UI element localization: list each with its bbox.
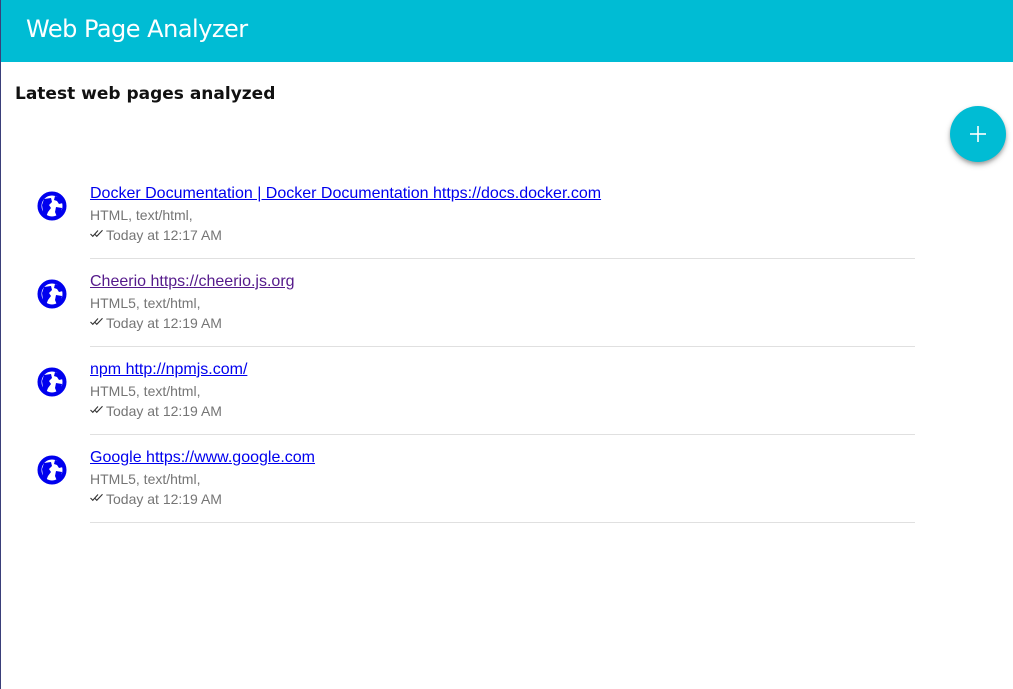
list-item: npm http://npmjs.com/ HTML5, text/html, …: [1, 348, 1013, 436]
divider: [90, 346, 915, 347]
page-link[interactable]: Google https://www.google.com: [90, 448, 915, 468]
page: Web Page Analyzer Latest web pages analy…: [0, 0, 1013, 689]
app-toolbar: Web Page Analyzer: [1, 0, 1013, 62]
analyzed-time-text: Today at 12:19 AM: [106, 491, 222, 507]
list-item: Google https://www.google.com HTML5, tex…: [1, 436, 1013, 524]
analyzed-time-text: Today at 12:19 AM: [106, 315, 222, 331]
analyzed-time-text: Today at 12:17 AM: [106, 227, 222, 243]
list-item: Cheerio https://cheerio.js.org HTML5, te…: [1, 260, 1013, 348]
page-doctype: HTML, text/html,: [90, 207, 193, 223]
double-check-icon: [90, 317, 103, 325]
double-check-icon: [90, 493, 103, 501]
page-link[interactable]: Cheerio https://cheerio.js.org: [90, 272, 915, 292]
page-doctype: HTML5, text/html,: [90, 295, 201, 311]
double-check-icon: [90, 229, 103, 237]
analyzed-pages-list: Docker Documentation | Docker Documentat…: [1, 172, 1013, 524]
plus-icon: [970, 126, 986, 142]
globe-icon: [37, 455, 67, 485]
page-link[interactable]: Docker Documentation | Docker Documentat…: [90, 184, 915, 204]
analyzed-time-text: Today at 12:19 AM: [106, 403, 222, 419]
double-check-icon: [90, 405, 103, 413]
analyzed-time: Today at 12:17 AM: [90, 225, 915, 245]
globe-icon: [37, 191, 67, 221]
analyzed-time: Today at 12:19 AM: [90, 313, 915, 333]
globe-icon: [37, 279, 67, 309]
page-link[interactable]: npm http://npmjs.com/: [90, 360, 915, 380]
list-item: Docker Documentation | Docker Documentat…: [1, 172, 1013, 260]
page-heading: Latest web pages analyzed: [15, 84, 276, 104]
divider: [90, 258, 915, 259]
analyzed-time: Today at 12:19 AM: [90, 489, 915, 509]
globe-icon: [37, 367, 67, 397]
divider: [90, 434, 915, 435]
divider: [90, 522, 915, 523]
page-doctype: HTML5, text/html,: [90, 383, 201, 399]
analyzed-time: Today at 12:19 AM: [90, 401, 915, 421]
page-doctype: HTML5, text/html,: [90, 471, 201, 487]
add-page-button[interactable]: [950, 106, 1006, 162]
app-title: Web Page Analyzer: [26, 15, 248, 43]
